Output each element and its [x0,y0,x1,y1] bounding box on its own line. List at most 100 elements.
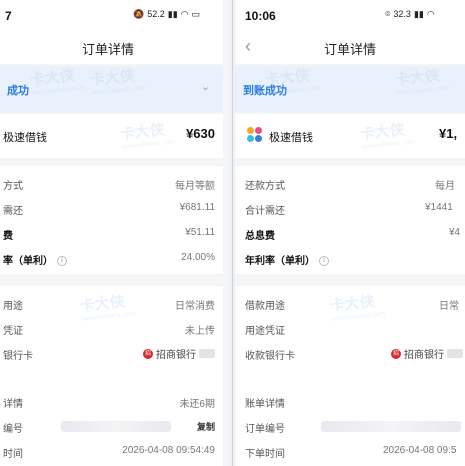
status-banner[interactable]: 成功 ⌄ [0,66,223,112]
app-logo-icon [247,127,263,143]
product-card: 极速借钱 ¥630 [0,114,223,158]
status-time: 10:06 [245,9,276,23]
row-value: 日常消费 [175,301,215,312]
row-total-due: 合计需还 ¥1441 [235,197,465,221]
masked-card-number [199,349,215,358]
network-speed: 52.2 [147,9,165,19]
row-value: ¥51.11 [185,227,215,238]
status-bar: 7 🔕 52.2 ▮▮ ◠ ▭ [0,0,223,30]
row-value: ¥1441 [425,202,453,213]
signal-icon: ▮▮ [413,9,424,19]
network-speed: 32.3 [393,9,411,19]
details-card: 用途 日常消费 凭证 未上传 银行卡 招招商银行 详情 未还6期 编号 复制 时间 202… [0,286,223,466]
details-card: 借款用途 日常 用途凭证 收款银行卡 招招商银行 账单详情 订单编号 下单时间 20… [235,286,465,466]
status-banner[interactable]: 到账成功 [235,66,465,112]
bank-logo-icon: 招 [391,348,401,359]
row-order-number: 编号 复制 [0,415,223,439]
info-icon[interactable]: i [319,256,329,267]
row-value: 每月 [435,181,455,192]
row-value: 24.00% [181,252,215,263]
row-voucher[interactable]: 凭证 未上传 [0,317,223,341]
row-label-text: 年利率（单利） [245,256,315,267]
masked-card-number [447,349,463,358]
row-purpose: 借款用途 日常 [235,292,465,316]
row-total-due: 需还 ¥681.11 [0,197,223,221]
row-label: 年利率（单利） i [245,252,329,267]
bank-name: 招商银行 [404,350,444,361]
repayment-card: 方式 每月等额 需还 ¥681.11 费 ¥51.11 率（单利） i 24.00% [0,166,223,274]
row-bill-detail[interactable]: 账单详情 [235,390,465,414]
row-label: 总息费 [245,231,275,242]
row-label: 用途 [3,301,23,312]
row-value: 日常 [439,301,459,312]
row-bank-card: 收款银行卡 招招商银行 [235,342,465,366]
row-label: 时间 [3,449,23,460]
row-purpose: 用途 日常消费 [0,292,223,316]
row-label: 银行卡 [3,351,33,362]
row-order-time: 下单时间 2026-04-08 09:5 [235,440,465,464]
row-repay-method: 还款方式 每月 [235,172,465,196]
status-time: 7 [5,9,12,23]
row-value: ¥681.11 [179,202,215,213]
right-screenshot-panel: 10:06 ⌾ 32.3 ▮▮ ◠ ‹ 订单详情 到账成功 极速借钱 ¥1, 还… [235,0,465,466]
row-label: 率（单利） i [3,252,67,267]
copy-button[interactable]: 复制 [197,420,215,433]
row-label: 账单详情 [245,399,285,410]
panel-divider [232,0,233,466]
row-label: 用途凭证 [245,326,285,337]
bank-logo-icon: 招 [143,348,153,359]
banner-text: 到账成功 [243,85,287,97]
page-title: 订单详情 [323,42,376,57]
row-bank-card: 银行卡 招招商银行 [0,342,223,366]
row-fee: 总息费 ¥4 [235,222,465,246]
product-name: 极速借钱 [3,132,47,144]
row-value[interactable]: 未还6期 [179,395,215,410]
row-rate: 年利率（单利） i [235,247,465,271]
wifi-icon: ◠ [180,9,189,19]
row-label: 方式 [3,181,23,192]
battery-icon: ▭ [191,9,201,19]
bank-name: 招商银行 [156,350,196,361]
product-name: 极速借钱 [269,132,313,144]
signal-icon: ▮▮ [167,9,178,19]
nav-bar: 订单详情 [0,30,223,64]
row-label: 凭证 [3,326,23,337]
banner-text: 成功 [7,85,29,97]
loan-amount: ¥1, [439,126,458,141]
mute-icon: 🔕 [133,9,145,19]
row-repay-method: 方式 每月等额 [0,172,223,196]
row-label: 合计需还 [245,206,285,217]
row-value: 2026-04-08 09:54:49 [122,445,215,456]
row-order-time: 时间 2026-04-08 09:54:49 [0,440,223,464]
row-label: 下单时间 [245,449,285,460]
row-value: ¥4 [449,227,461,238]
repayment-card: 还款方式 每月 合计需还 ¥1441 总息费 ¥4 年利率（单利） i [235,166,465,274]
wifi-icon: ◠ [426,9,435,19]
masked-order-number [61,421,171,432]
row-label: 费 [3,231,13,242]
nav-bar: ‹ 订单详情 [235,30,465,64]
row-order-number: 订单编号 [235,415,465,439]
row-label-text: 率（单利） [3,256,53,267]
row-label: 详情 [3,399,23,410]
chevron-down-icon[interactable]: ⌄ [201,80,210,93]
row-rate: 率（单利） i 24.00% [0,247,223,271]
row-value[interactable]: 未上传 [185,322,215,337]
row-value: 每月等额 [175,181,215,192]
status-icons: ⌾ 32.3 ▮▮ ◠ [385,8,435,20]
row-label: 收款银行卡 [245,351,295,362]
left-screenshot-panel: 7 🔕 52.2 ▮▮ ◠ ▭ 订单详情 成功 ⌄ 极速借钱 ¥630 方式 每月… [0,0,230,466]
status-icons: 🔕 52.2 ▮▮ ◠ ▭ [133,8,200,20]
row-bill-detail[interactable]: 详情 未还6期 [0,390,223,414]
info-icon[interactable]: i [57,256,67,267]
row-label: 订单编号 [245,424,285,435]
row-label: 编号 [3,424,23,435]
status-bar: 10:06 ⌾ 32.3 ▮▮ ◠ [235,0,465,30]
row-fee: 费 ¥51.11 [0,222,223,246]
location-icon: ⌾ [385,9,391,19]
row-label: 需还 [3,206,23,217]
row-label: 还款方式 [245,181,285,192]
product-card: 极速借钱 ¥1, [235,114,465,158]
row-voucher[interactable]: 用途凭证 [235,317,465,341]
row-value: 2026-04-08 09:5 [383,445,457,456]
